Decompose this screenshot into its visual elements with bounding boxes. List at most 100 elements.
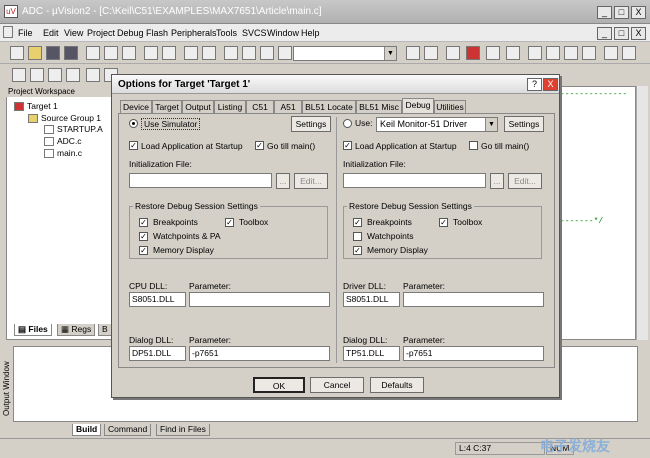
save-all-icon[interactable] — [64, 46, 78, 60]
dialog-dll-input[interactable]: DP51.DLL — [129, 346, 186, 361]
init-file-edit-button[interactable]: Edit... — [294, 173, 328, 189]
cpu-dll-input[interactable]: S8051.DLL — [129, 292, 186, 307]
menu-project[interactable]: Project — [87, 28, 115, 38]
paste-icon[interactable] — [122, 46, 136, 60]
dialog-help-button[interactable]: ? — [527, 78, 542, 91]
cancel-button[interactable]: Cancel — [310, 377, 364, 393]
tab-debug[interactable]: Debug — [402, 98, 434, 114]
cpu-param-input[interactable] — [189, 292, 330, 307]
right-go-till-main-checkbox[interactable] — [469, 141, 478, 150]
doc-minimize-button[interactable]: _ — [597, 27, 612, 40]
dialog-param-input[interactable]: -p7651 — [189, 346, 330, 361]
menu-help[interactable]: Help — [301, 28, 320, 38]
tab-bl51-locate[interactable]: BL51 Locate — [302, 100, 356, 113]
copy-icon[interactable] — [104, 46, 118, 60]
window-icon[interactable] — [604, 46, 618, 60]
maximize-button[interactable]: □ — [614, 6, 629, 19]
driver-param-input[interactable] — [403, 292, 544, 307]
tab-utilities[interactable]: Utilities — [434, 100, 466, 113]
doc-close-button[interactable]: X — [631, 27, 646, 40]
hand-disable-icon[interactable] — [564, 46, 578, 60]
init-file-input[interactable] — [129, 173, 272, 188]
save-icon[interactable] — [46, 46, 60, 60]
init-file-browse-button[interactable]: ... — [276, 173, 290, 189]
go-till-main-checkbox[interactable]: ✓ — [255, 141, 264, 150]
menu-svcs[interactable]: SVCS — [242, 28, 267, 38]
chevron-down-icon[interactable]: ▼ — [384, 47, 396, 60]
new-file-icon[interactable] — [10, 46, 24, 60]
tree-file-main[interactable]: main.c — [44, 148, 82, 159]
config-icon[interactable] — [622, 46, 636, 60]
print-icon[interactable] — [446, 46, 460, 60]
doc-restore-button[interactable]: □ — [614, 27, 629, 40]
tab-c51[interactable]: C51 — [246, 100, 274, 113]
right-init-file-browse-button[interactable]: ... — [490, 173, 504, 189]
ok-button[interactable]: OK — [253, 377, 305, 393]
debug-icon[interactable] — [466, 46, 480, 60]
menu-debug[interactable]: Debug — [117, 28, 144, 38]
find-in-files-icon[interactable] — [406, 46, 420, 60]
tab-bl51-misc[interactable]: BL51 Misc — [356, 100, 402, 113]
options-icon[interactable] — [506, 46, 520, 60]
bookmark-clear-icon[interactable] — [278, 46, 292, 60]
menu-tools[interactable]: Tools — [216, 28, 237, 38]
load-app-checkbox[interactable]: ✓ — [129, 141, 138, 150]
tree-target[interactable]: Target 1 — [14, 101, 58, 112]
hand-icon[interactable] — [528, 46, 542, 60]
tab-a51[interactable]: A51 — [274, 100, 302, 113]
find-combo[interactable]: ▼ — [293, 46, 397, 61]
indent-icon[interactable] — [184, 46, 198, 60]
driver-select[interactable]: Keil Monitor-51 Driver ▼ — [376, 117, 498, 132]
undo-icon[interactable] — [144, 46, 158, 60]
right-watchpoints-checkbox[interactable] — [353, 232, 362, 241]
tab-command[interactable]: Command — [104, 424, 152, 436]
bookmark-next-icon[interactable] — [242, 46, 256, 60]
dialog-close-button[interactable]: X — [543, 78, 558, 91]
tab-build[interactable]: Build — [72, 424, 102, 436]
simulator-settings-button[interactable]: Settings — [291, 116, 331, 132]
right-toolbox-checkbox[interactable]: ✓ — [439, 218, 448, 227]
tab-listing[interactable]: Listing — [214, 100, 246, 113]
driver-settings-button[interactable]: Settings — [504, 116, 544, 132]
memory-display-checkbox[interactable]: ✓ — [139, 246, 148, 255]
menu-window[interactable]: Window — [267, 28, 299, 38]
tab-find-in-files[interactable]: Find in Files — [156, 424, 210, 436]
hand-enable-icon[interactable] — [546, 46, 560, 60]
right-load-app-checkbox[interactable]: ✓ — [343, 141, 352, 150]
close-button[interactable]: X — [631, 6, 646, 19]
translate-icon[interactable] — [12, 68, 26, 82]
toolbox-checkbox[interactable]: ✓ — [225, 218, 234, 227]
tree-source-group[interactable]: Source Group 1 — [28, 113, 101, 124]
rebuild-icon[interactable] — [48, 68, 62, 82]
minimize-button[interactable]: _ — [597, 6, 612, 19]
editor-scrollbar[interactable] — [636, 86, 648, 340]
load-icon[interactable] — [86, 68, 100, 82]
tab-files[interactable]: ▤ Files — [14, 324, 52, 336]
menu-peripherals[interactable]: Peripherals — [171, 28, 217, 38]
open-folder-icon[interactable] — [28, 46, 42, 60]
tree-file-adc[interactable]: ADC.c — [44, 136, 82, 147]
stop-build-icon[interactable] — [66, 68, 80, 82]
watchpoints-checkbox[interactable]: ✓ — [139, 232, 148, 241]
right-memory-display-checkbox[interactable]: ✓ — [353, 246, 362, 255]
menu-flash[interactable]: Flash — [146, 28, 168, 38]
bookmark-icon[interactable] — [224, 46, 238, 60]
defaults-button[interactable]: Defaults — [370, 377, 424, 393]
cut-icon[interactable] — [86, 46, 100, 60]
right-breakpoints-checkbox[interactable]: ✓ — [353, 218, 362, 227]
build-icon[interactable] — [30, 68, 44, 82]
breakpoint-icon[interactable] — [486, 46, 500, 60]
bookmark-prev-icon[interactable] — [260, 46, 274, 60]
chevron-down-icon[interactable]: ▼ — [485, 118, 497, 131]
driver-dll-input[interactable]: S8051.DLL — [343, 292, 400, 307]
right-init-file-input[interactable] — [343, 173, 486, 188]
tab-regs[interactable]: ▦ Regs — [57, 324, 96, 336]
right-dialog-param-input[interactable]: -p7651 — [403, 346, 544, 361]
tab-books[interactable]: B — [98, 324, 112, 336]
menu-file[interactable]: File — [18, 28, 33, 38]
use-driver-radio[interactable] — [343, 119, 352, 128]
menu-edit[interactable]: Edit — [43, 28, 59, 38]
redo-icon[interactable] — [162, 46, 176, 60]
find-icon[interactable] — [424, 46, 438, 60]
unindent-icon[interactable] — [202, 46, 216, 60]
